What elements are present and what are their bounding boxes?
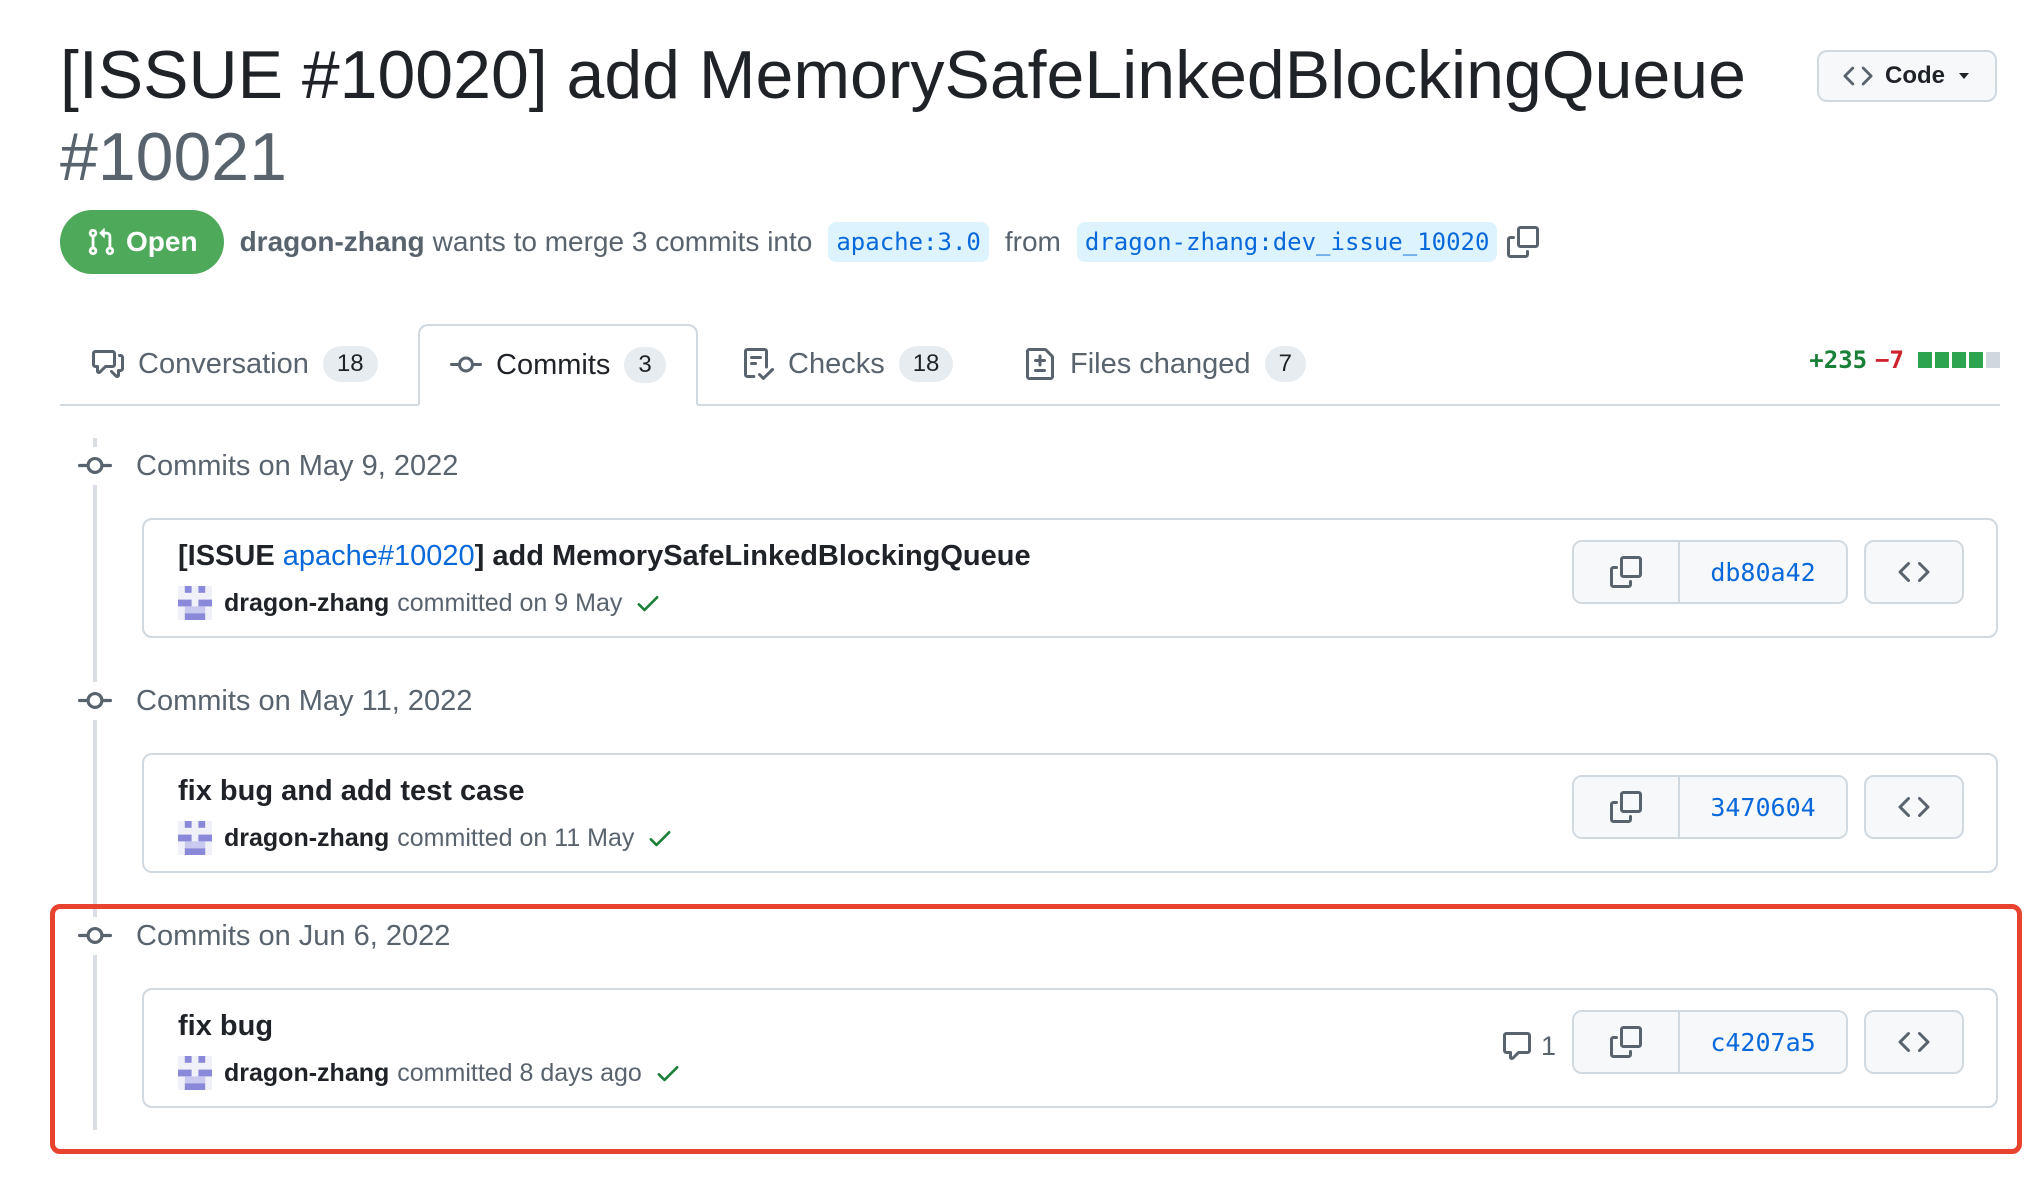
commit-row: fix bug and add test case dragon-zhang c… [142,753,1998,873]
copy-icon [1507,226,1539,258]
commit-meta: dragon-zhang committed 8 days ago [178,1056,682,1090]
code-icon [1898,791,1930,823]
tab-files-changed[interactable]: Files changed 7 [1024,324,1306,404]
diffstat-block-added [1918,352,1932,368]
copy-icon [1610,791,1642,823]
git-commit-icon [76,447,114,485]
copy-branch-button[interactable] [1507,226,1539,258]
commit-group-date: Commits on May 9, 2022 [136,449,459,482]
avatar[interactable] [178,1056,212,1090]
commit-time: committed on 11 May [397,823,635,852]
commit-message-prefix: [ISSUE [178,540,283,572]
commit-group-date: Commits on May 11, 2022 [136,684,473,717]
diffstat-blocks [1918,352,2000,368]
commit-sha-link[interactable]: 3470604 [1680,777,1846,837]
avatar[interactable] [178,821,212,855]
state-label: Open [126,226,198,257]
commit-author[interactable]: dragon-zhang [224,1059,389,1088]
commit-group-header: Commits on May 11, 2022 [76,682,472,720]
git-commit-icon [450,349,482,381]
merge-text: wants to merge 3 commits into [432,226,813,257]
git-pull-request-icon [88,228,115,256]
pr-title-text: [ISSUE #10020] add MemorySafeLinkedBlock… [60,37,1746,113]
browse-repo-button[interactable] [1864,775,1964,839]
code-icon [1843,61,1873,91]
diffstat: +235 −7 [1809,346,2000,374]
commit-sha-link[interactable]: c4207a5 [1680,1012,1846,1072]
diffstat-block-added [1935,352,1949,368]
tab-label: Conversation [138,347,309,380]
file-diff-icon [1026,348,1054,380]
commit-row: fix bug dragon-zhang committed 8 days ag… [142,988,1998,1108]
tab-counter: 7 [1264,346,1306,382]
commit-message[interactable]: [ISSUE apache#10020] add MemorySafeLinke… [178,540,1031,573]
pr-title: [ISSUE #10020] add MemorySafeLinkedBlock… [60,34,1760,198]
commit-author[interactable]: dragon-zhang [224,589,389,618]
commit-group-header: Commits on Jun 6, 2022 [76,917,450,955]
copy-sha-button[interactable] [1574,1012,1680,1072]
diffstat-block-added [1969,352,1983,368]
pr-status-row: Open dragon-zhang wants to merge 3 commi… [60,210,1539,274]
head-branch[interactable]: dragon-zhang:dev_issue_10020 [1076,222,1498,262]
commit-message-suffix: ] add MemorySafeLinkedBlockingQueue [474,540,1031,572]
pr-author-link[interactable]: dragon-zhang [240,226,425,258]
code-button[interactable]: Code [1817,50,1997,102]
browse-repo-button[interactable] [1864,540,1964,604]
sha-button-group: c4207a5 [1572,1010,1848,1074]
commit-message[interactable]: fix bug [178,1010,273,1043]
code-icon [1898,556,1930,588]
diffstat-block-neutral [1986,352,2000,368]
commit-group-date: Commits on Jun 6, 2022 [136,919,451,952]
tab-counter: 18 [898,346,954,382]
checklist-icon [744,348,774,380]
commit-author[interactable]: dragon-zhang [224,824,389,853]
sha-button-group: db80a42 [1572,540,1848,604]
tab-label: Files changed [1070,347,1251,380]
commit-row: [ISSUE apache#10020] add MemorySafeLinke… [142,518,1998,638]
check-icon[interactable] [646,824,674,852]
comment-count: 1 [1540,1030,1556,1061]
tab-conversation[interactable]: Conversation 18 [92,324,378,404]
git-commit-icon [76,682,114,720]
timeline-line [93,438,97,1130]
code-button-label: Code [1885,62,1945,89]
pr-number: #10021 [60,119,287,195]
code-icon [1898,1026,1930,1058]
check-icon[interactable] [654,1059,682,1087]
tab-commits[interactable]: Commits 3 [418,324,698,406]
issue-link[interactable]: apache#10020 [283,540,475,572]
commit-meta: dragon-zhang committed on 9 May [178,586,662,620]
tab-label: Checks [788,347,885,380]
commit-group-header: Commits on May 9, 2022 [76,447,458,485]
diffstat-deletions: −7 [1875,346,1904,374]
comment-discussion-icon [92,350,124,378]
triangle-down-icon [1959,73,1969,79]
copy-icon [1610,1026,1642,1058]
diffstat-block-added [1952,352,1966,368]
pr-tabs: Conversation 18 Commits 3 Checks 18 File… [60,324,2000,406]
tab-counter: 3 [624,347,666,383]
from-text: from [1004,226,1061,257]
diffstat-additions: +235 [1809,346,1868,374]
avatar[interactable] [178,586,212,620]
copy-sha-button[interactable] [1574,777,1680,837]
commit-meta: dragon-zhang committed on 11 May [178,821,674,855]
comment-count-link[interactable]: 1 [1501,1030,1556,1062]
sha-button-group: 3470604 [1572,775,1848,839]
commit-message[interactable]: fix bug and add test case [178,775,524,808]
tab-checks[interactable]: Checks 18 [742,324,954,404]
commit-time: committed 8 days ago [397,1058,642,1087]
base-branch[interactable]: apache:3.0 [828,222,989,262]
git-commit-icon [76,917,114,955]
state-badge-open: Open [60,210,224,274]
comment-icon [1501,1030,1533,1062]
commit-sha-link[interactable]: db80a42 [1680,542,1846,602]
tab-label: Commits [496,348,611,381]
copy-icon [1610,556,1642,588]
tab-counter: 18 [322,346,378,382]
check-icon[interactable] [634,589,662,617]
copy-sha-button[interactable] [1574,542,1680,602]
browse-repo-button[interactable] [1864,1010,1964,1074]
commit-time: committed on 9 May [397,588,623,617]
